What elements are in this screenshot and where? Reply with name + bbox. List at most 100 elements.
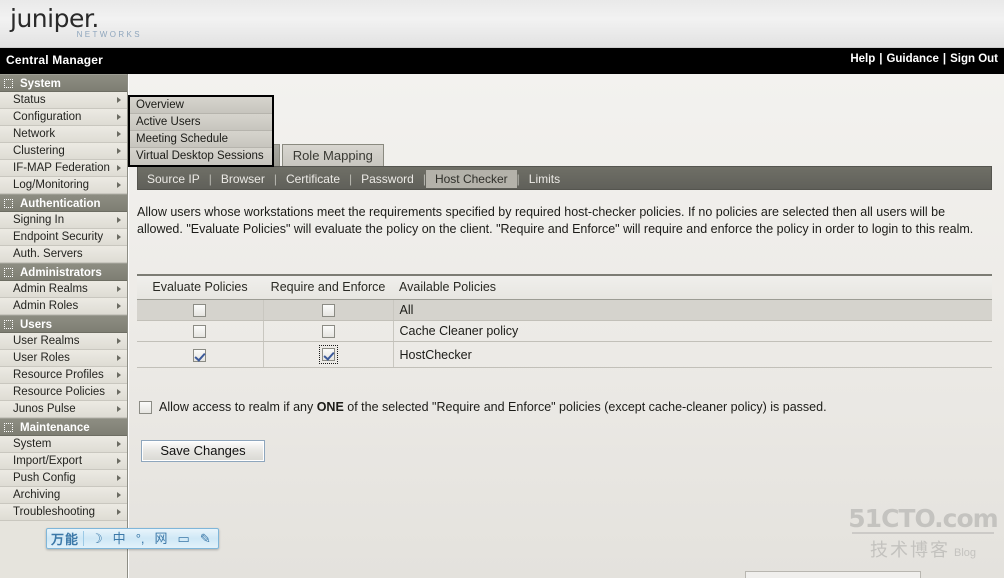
collapse-icon[interactable]: [4, 199, 13, 208]
flyout-item-virtual-desktop-sessions[interactable]: Virtual Desktop Sessions: [130, 148, 272, 165]
sidebar-item-label: Endpoint Security: [13, 231, 104, 243]
flyout-item-overview[interactable]: Overview: [130, 97, 272, 114]
save-changes-button[interactable]: Save Changes: [141, 440, 265, 462]
chevron-right-icon: [117, 114, 121, 120]
ime-logo[interactable]: 万能: [51, 529, 79, 548]
chevron-right-icon: [117, 372, 121, 378]
ime-button-5[interactable]: ✎: [197, 529, 214, 548]
sidebar-item-user-realms[interactable]: User Realms: [0, 333, 127, 350]
watermark-line2: 技术博客 Blog: [848, 536, 998, 562]
sidebar-item-log-monitoring[interactable]: Log/Monitoring: [0, 177, 127, 194]
allow-any-one-checkbox[interactable]: [139, 401, 152, 415]
guidance-link[interactable]: Guidance: [886, 53, 938, 65]
chevron-right-icon: [117, 492, 121, 498]
sidebar-item-push-config[interactable]: Push Config: [0, 470, 127, 487]
sidebar-item-user-roles[interactable]: User Roles: [0, 350, 127, 367]
sidebar-item-label: Clustering: [13, 145, 65, 157]
sidebar-group-authentication[interactable]: Authentication: [0, 194, 127, 212]
policy-name-cell: All: [393, 299, 992, 322]
sidebar-item-configuration[interactable]: Configuration: [0, 109, 127, 126]
sidebar-item-label: Resource Profiles: [13, 369, 104, 381]
sidebar-item-auth-servers[interactable]: Auth. Servers: [0, 246, 127, 263]
chevron-right-icon: [117, 182, 121, 188]
sidebar-item-status[interactable]: Status: [0, 92, 127, 109]
subtab-password[interactable]: Password: [352, 170, 423, 188]
sidebar-item-troubleshooting[interactable]: Troubleshooting: [0, 504, 127, 521]
sidebar-item-admin-roles[interactable]: Admin Roles: [0, 298, 127, 315]
require-enforce-checkbox[interactable]: [321, 325, 335, 339]
chevron-right-icon: [117, 234, 121, 240]
sidebar-group-system[interactable]: System: [0, 74, 127, 92]
sidebar-item-signing-in[interactable]: Signing In: [0, 212, 127, 229]
require-enforce-checkbox[interactable]: [321, 348, 335, 362]
sidebar-group-label: Authentication: [20, 198, 101, 210]
flyout-item-active-users[interactable]: Active Users: [130, 114, 272, 131]
chevron-right-icon: [117, 475, 121, 481]
watermark-divider: [852, 532, 994, 534]
sidebar-navigation[interactable]: System Status Configuration Network Clusteri…: [0, 74, 128, 578]
sign-out-link[interactable]: Sign Out: [950, 53, 998, 65]
require-enforce-checkbox[interactable]: [321, 304, 335, 318]
evaluate-cell: [137, 299, 264, 322]
sidebar-group-maintenance[interactable]: Maintenance: [0, 418, 127, 436]
juniper-logo: juniper. NETWORKS: [10, 6, 160, 44]
logo-wordmark: juniper.: [10, 4, 99, 33]
evaluate-policy-checkbox[interactable]: [193, 304, 207, 318]
subtab-host-checker[interactable]: Host Checker: [425, 170, 517, 188]
sidebar-item-label: Signing In: [13, 214, 65, 226]
sidebar-group-users[interactable]: Users: [0, 315, 127, 333]
sidebar-item-junos-pulse[interactable]: Junos Pulse: [0, 401, 127, 418]
subtab-source-ip[interactable]: Source IP: [138, 170, 209, 188]
sidebar-item-admin-realms[interactable]: Admin Realms: [0, 281, 127, 298]
sidebar-item-network[interactable]: Network: [0, 126, 127, 143]
subtab-limits[interactable]: Limits: [520, 170, 569, 188]
table-row: HostChecker: [137, 341, 992, 369]
sidebar-item-import-export[interactable]: Import/Export: [0, 453, 127, 470]
ime-button-4[interactable]: ▭: [175, 529, 193, 548]
sidebar-item-resource-profiles[interactable]: Resource Profiles: [0, 367, 127, 384]
policy-name-cell: Cache Cleaner policy: [393, 320, 992, 343]
chevron-right-icon: [117, 286, 121, 292]
sidebar-item-resource-policies[interactable]: Resource Policies: [0, 384, 127, 401]
sidebar-item-label: Auth. Servers: [13, 248, 83, 260]
allow-any-one-option[interactable]: Allow access to realm if any ONE of the …: [139, 400, 989, 415]
sidebar-item-clustering[interactable]: Clustering: [0, 143, 127, 160]
collapse-icon[interactable]: [4, 79, 13, 88]
ime-toolbar[interactable]: 万能 ☽ 中 °, 网 ▭ ✎: [46, 528, 219, 549]
collapse-icon[interactable]: [4, 320, 13, 329]
host-checker-policies-table: Evaluate Policies Require and Enforce Av…: [137, 274, 992, 369]
status-submenu-flyout[interactable]: Overview Active Users Meeting Schedule Virt…: [128, 95, 274, 167]
subtab-browser[interactable]: Browser: [212, 170, 274, 188]
flyout-item-meeting-schedule[interactable]: Meeting Schedule: [130, 131, 272, 148]
tab-role-mapping[interactable]: Role Mapping: [281, 144, 384, 166]
subtab-certificate[interactable]: Certificate: [277, 170, 349, 188]
sidebar-item-label: Admin Roles: [13, 300, 79, 312]
sub-tab-bar[interactable]: Source IP | Browser | Certificate | Password | H…: [137, 166, 992, 190]
chevron-right-icon: [117, 355, 121, 361]
sidebar-group-administrators[interactable]: Administrators: [0, 263, 127, 281]
bottom-partial-widget: [745, 571, 921, 578]
ime-button-1[interactable]: 中: [110, 529, 129, 548]
sidebar-item-archiving[interactable]: Archiving: [0, 487, 127, 504]
allow-any-one-text-after: of the selected "Require and Enforce" po…: [343, 400, 827, 414]
chevron-right-icon: [117, 217, 121, 223]
sidebar-group-label: System: [20, 78, 61, 90]
sidebar-item-endpoint-security[interactable]: Endpoint Security: [0, 229, 127, 246]
column-header-enforce: Require and Enforce: [263, 274, 393, 300]
chevron-right-icon: [117, 165, 121, 171]
evaluate-policy-checkbox[interactable]: [193, 349, 207, 362]
sidebar-item-system[interactable]: System: [0, 436, 127, 453]
evaluate-policy-checkbox[interactable]: [193, 325, 207, 339]
ime-button-0[interactable]: ☽: [88, 529, 106, 548]
collapse-icon[interactable]: [4, 423, 13, 432]
ime-button-2[interactable]: °,: [133, 529, 148, 548]
chevron-right-icon: [117, 148, 121, 154]
sidebar-item-if-map-federation[interactable]: IF-MAP Federation: [0, 160, 127, 177]
sidebar-item-label: Resource Policies: [13, 386, 106, 398]
chevron-right-icon: [117, 131, 121, 137]
help-link[interactable]: Help: [850, 53, 875, 65]
ime-button-3[interactable]: 网: [152, 529, 171, 548]
link-separator-1: |: [879, 53, 883, 65]
table-header-row: Evaluate Policies Require and Enforce Av…: [137, 274, 992, 300]
collapse-icon[interactable]: [4, 268, 13, 277]
